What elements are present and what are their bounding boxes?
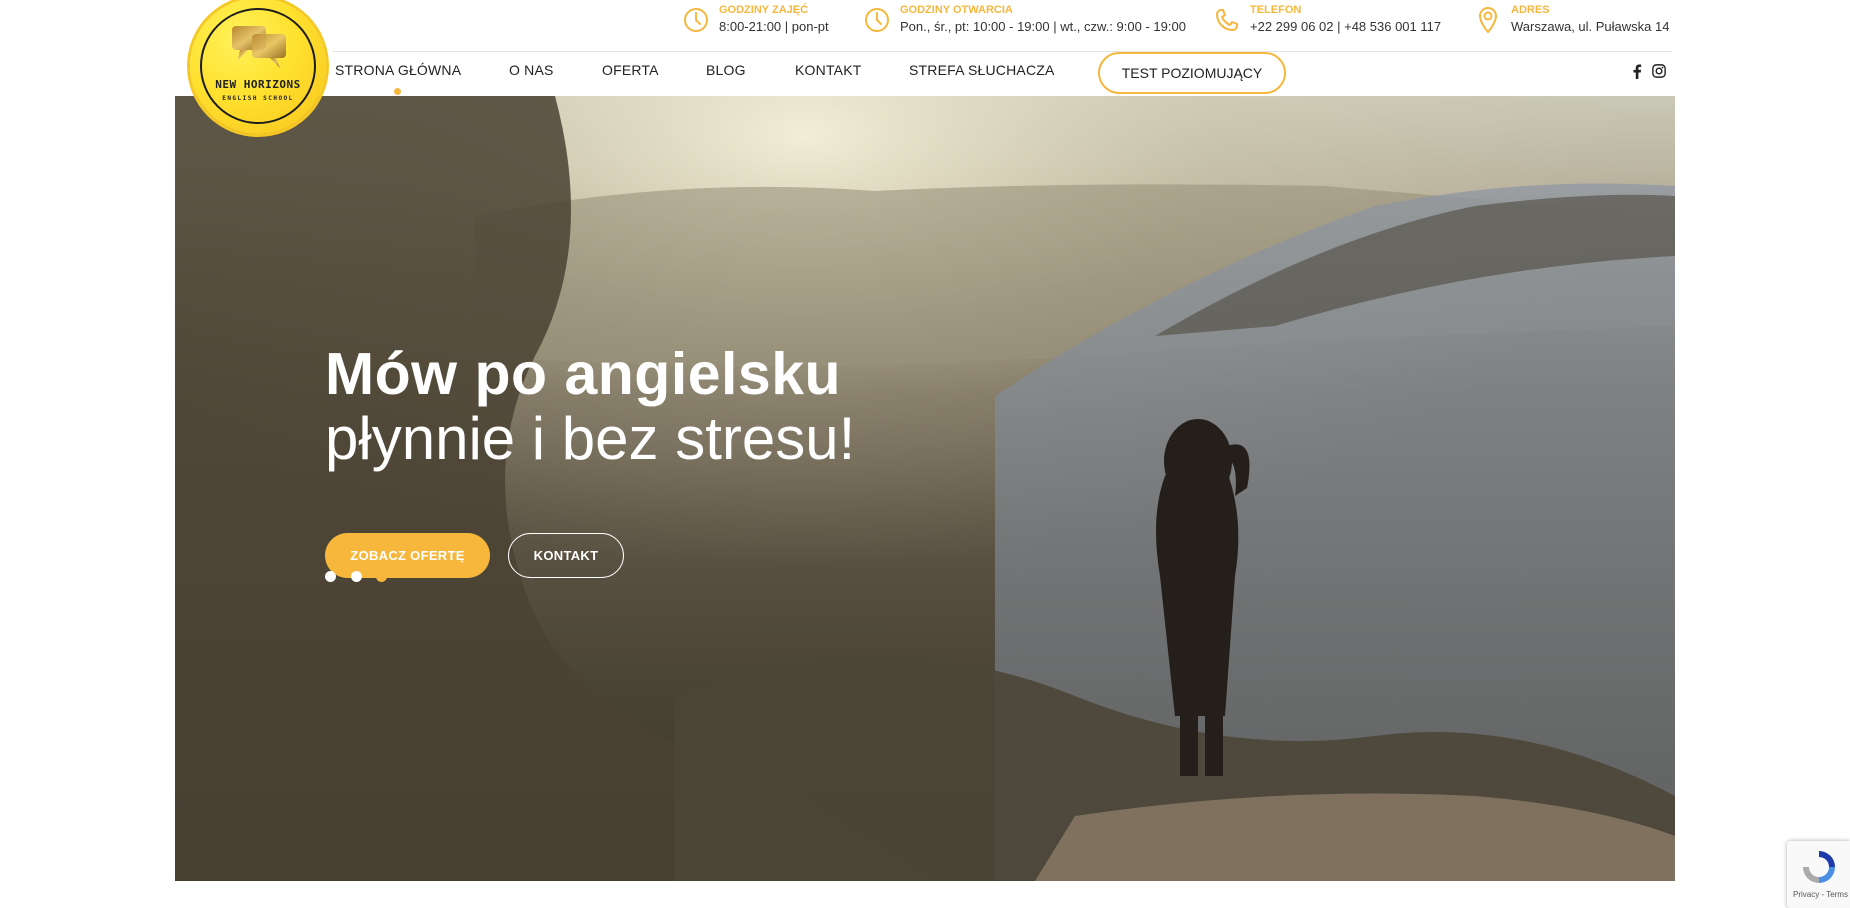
nav-item-blog[interactable]: BLOG: [706, 62, 746, 78]
slider-dot-2[interactable]: [351, 571, 362, 582]
info-value: Warszawa, ul. Puławska 14: [1511, 19, 1670, 34]
recaptcha-icon: [1803, 851, 1835, 883]
hero-background-image: [175, 96, 1675, 881]
clock-icon: [684, 8, 708, 32]
nav-active-indicator: [394, 88, 401, 95]
info-label: GODZINY OTWARCIA: [900, 4, 1013, 16]
info-value: Pon., śr., pt: 10:00 - 19:00 | wt., czw.…: [900, 19, 1186, 34]
info-label: ADRES: [1511, 4, 1550, 16]
nav-item-contact[interactable]: KONTAKT: [795, 62, 861, 78]
slider-dot-3[interactable]: [376, 571, 387, 582]
nav-item-student-zone[interactable]: STREFA SŁUCHACZA: [909, 62, 1055, 78]
see-offer-button[interactable]: ZOBACZ OFERTĘ: [325, 533, 490, 578]
facebook-icon[interactable]: [1628, 62, 1646, 80]
phone-icon: [1216, 9, 1238, 31]
slider-dot-1[interactable]: [325, 571, 336, 582]
clock-icon: [865, 8, 889, 32]
logo-name: NEW HORIZONS: [215, 78, 301, 91]
phone-link[interactable]: +22 299 06 02 | +48 536 001 117: [1250, 19, 1441, 35]
placement-test-button[interactable]: TEST POZIOMUJĄCY: [1098, 52, 1286, 94]
recaptcha-badge[interactable]: Privacy - Terms: [1787, 841, 1850, 908]
speech-bubbles-icon: [232, 26, 286, 68]
info-value: 8:00-21:00 | pon-pt: [719, 19, 829, 34]
location-pin-icon: [1478, 6, 1498, 34]
hero-slider: Mów po angielsku płynnie i bez stresu! Z…: [175, 96, 1675, 881]
hero-subtitle: płynnie i bez stresu!: [325, 405, 856, 472]
logo[interactable]: NEW HORIZONS ENGLISH SCHOOL: [190, 0, 326, 134]
hero-title: Mów po angielsku: [325, 341, 842, 407]
hero-contact-button[interactable]: KONTAKT: [508, 533, 624, 578]
nav-item-home[interactable]: STRONA GŁÓWNA: [335, 62, 461, 78]
header-divider: [332, 51, 1672, 52]
info-class-hours: GODZINY ZAJĘĆ 8:00-21:00 | pon-pt: [680, 4, 829, 40]
info-opening-hours: GODZINY OTWARCIA Pon., śr., pt: 10:00 - …: [861, 4, 1186, 40]
info-phone: TELEFON +22 299 06 02 | +48 536 001 117: [1211, 4, 1441, 40]
nav-item-offer[interactable]: OFERTA: [602, 62, 659, 78]
logo-subtitle: ENGLISH SCHOOL: [222, 95, 294, 102]
info-address: ADRES Warszawa, ul. Puławska 14: [1472, 4, 1669, 40]
instagram-icon[interactable]: [1650, 62, 1668, 80]
info-label: TELEFON: [1250, 4, 1302, 16]
nav-item-about[interactable]: O NAS: [509, 62, 554, 78]
recaptcha-text[interactable]: Privacy - Terms: [1793, 890, 1848, 899]
info-label: GODZINY ZAJĘĆ: [719, 4, 809, 16]
